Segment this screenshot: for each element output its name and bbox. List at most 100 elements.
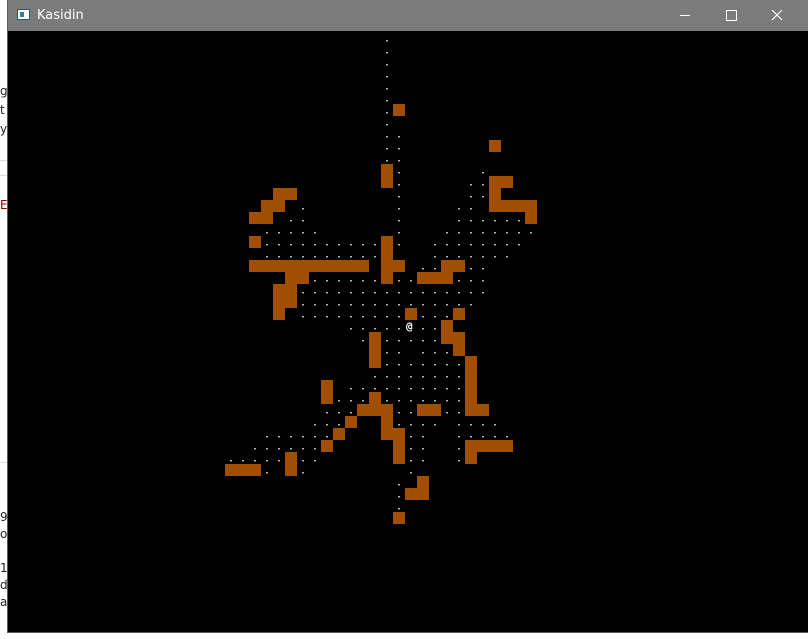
floor-tile <box>374 244 376 246</box>
floor-tile <box>470 424 472 426</box>
floor-tile <box>530 232 532 234</box>
wall-tile <box>501 440 513 452</box>
floor-tile <box>254 460 256 462</box>
wall-tile <box>321 392 333 404</box>
floor-tile <box>326 244 328 246</box>
floor-tile <box>314 280 316 282</box>
floor-tile <box>470 220 472 222</box>
floor-tile <box>422 328 424 330</box>
floor-tile <box>470 232 472 234</box>
floor-tile <box>458 304 460 306</box>
floor-tile <box>446 292 448 294</box>
floor-tile <box>446 304 448 306</box>
floor-tile <box>302 220 304 222</box>
wall-tile <box>321 440 333 452</box>
maximize-icon <box>726 10 737 21</box>
wall-tile <box>249 212 261 224</box>
floor-tile <box>458 412 460 414</box>
floor-tile <box>374 280 376 282</box>
floor-tile <box>398 244 400 246</box>
dungeon-map[interactable]: @ <box>8 31 808 632</box>
floor-tile <box>314 424 316 426</box>
console-app-icon <box>17 9 30 20</box>
floor-tile <box>326 424 328 426</box>
wall-tile <box>273 296 285 308</box>
floor-tile <box>302 244 304 246</box>
wall-tile <box>393 452 405 464</box>
maximize-button[interactable] <box>708 0 754 31</box>
floor-tile <box>434 256 436 258</box>
floor-tile <box>398 220 400 222</box>
floor-tile <box>302 448 304 450</box>
floor-tile <box>386 76 388 78</box>
floor-tile <box>398 184 400 186</box>
wall-tile <box>261 212 273 224</box>
floor-tile <box>278 232 280 234</box>
floor-tile <box>446 352 448 354</box>
floor-tile <box>374 388 376 390</box>
floor-tile <box>398 292 400 294</box>
floor-tile <box>494 220 496 222</box>
floor-tile <box>482 184 484 186</box>
bg-fragment: y <box>0 122 8 136</box>
wall-tile <box>285 272 297 284</box>
floor-tile <box>314 436 316 438</box>
floor-tile <box>494 232 496 234</box>
floor-tile <box>470 184 472 186</box>
floor-tile <box>290 220 292 222</box>
floor-tile <box>350 400 352 402</box>
wall-tile <box>333 428 345 440</box>
floor-tile <box>434 292 436 294</box>
floor-tile <box>362 400 364 402</box>
wall-tile <box>273 284 285 296</box>
wall-tile <box>237 464 249 476</box>
floor-tile <box>410 436 412 438</box>
floor-tile <box>422 388 424 390</box>
floor-tile <box>278 256 280 258</box>
floor-tile <box>470 280 472 282</box>
floor-tile <box>410 388 412 390</box>
floor-tile <box>446 400 448 402</box>
floor-tile <box>458 448 460 450</box>
minimize-button[interactable] <box>662 0 708 31</box>
floor-tile <box>266 244 268 246</box>
wall-tile <box>405 308 417 320</box>
floor-tile <box>446 376 448 378</box>
wall-tile <box>465 440 477 452</box>
floor-tile <box>326 256 328 258</box>
floor-tile <box>398 316 400 318</box>
floor-tile <box>254 448 256 450</box>
floor-tile <box>386 388 388 390</box>
wall-tile <box>273 188 285 200</box>
floor-tile <box>386 64 388 66</box>
wall-tile <box>393 440 405 452</box>
bg-divider <box>0 160 8 161</box>
floor-tile <box>446 244 448 246</box>
title-bar[interactable]: Kasidin <box>8 0 808 31</box>
wall-tile <box>465 392 477 404</box>
floor-tile <box>314 460 316 462</box>
floor-tile <box>290 448 292 450</box>
wall-tile <box>285 188 297 200</box>
floor-tile <box>458 232 460 234</box>
floor-tile <box>350 256 352 258</box>
floor-tile <box>350 292 352 294</box>
floor-tile <box>422 460 424 462</box>
floor-tile <box>458 460 460 462</box>
close-button[interactable] <box>754 0 800 31</box>
floor-tile <box>302 472 304 474</box>
floor-tile <box>242 460 244 462</box>
floor-tile <box>398 340 400 342</box>
floor-tile <box>458 376 460 378</box>
window-title: Kasidin <box>37 8 84 23</box>
floor-tile <box>434 328 436 330</box>
floor-tile <box>482 436 484 438</box>
wall-tile <box>513 200 525 212</box>
wall-tile <box>369 356 381 368</box>
close-icon <box>771 9 783 21</box>
floor-tile <box>470 208 472 210</box>
floor-tile <box>386 400 388 402</box>
floor-tile <box>446 316 448 318</box>
wall-tile <box>297 272 309 284</box>
floor-tile <box>278 436 280 438</box>
